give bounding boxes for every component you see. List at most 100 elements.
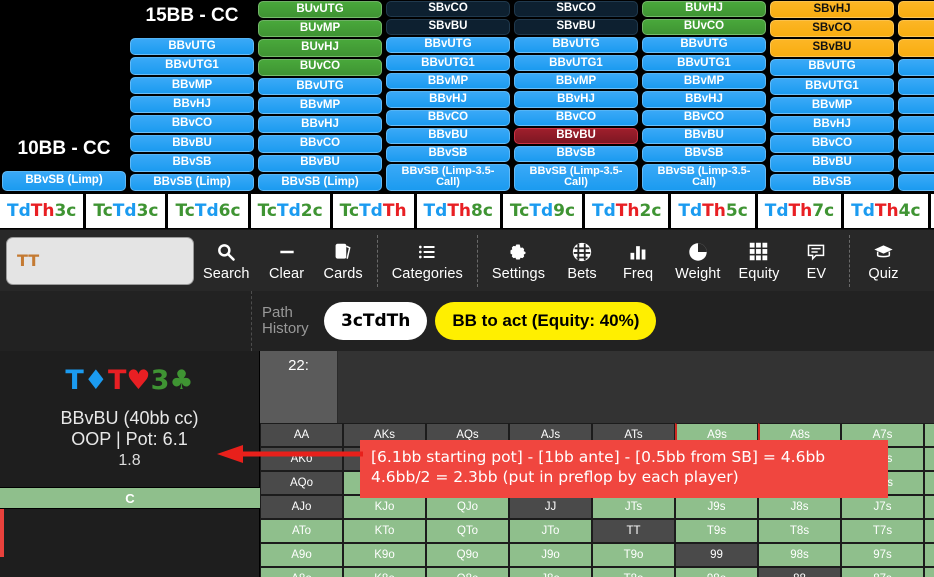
cards-button[interactable]: Cards bbox=[315, 232, 372, 290]
preset-chip[interactable]: BBvCO bbox=[386, 109, 510, 126]
preset-chip[interactable]: BBvBU bbox=[514, 127, 638, 144]
preset-chip[interactable] bbox=[898, 96, 934, 115]
preset-chip[interactable]: BBvUTG1 bbox=[514, 55, 638, 72]
matrix-cell[interactable]: J8o bbox=[509, 567, 592, 577]
matrix-cell[interactable]: QTo bbox=[426, 519, 509, 543]
matrix-cell[interactable]: J8s bbox=[758, 495, 841, 519]
board-tab[interactable]: TcTd8c bbox=[930, 194, 934, 228]
matrix-cell[interactable]: AQo bbox=[260, 471, 343, 495]
preset-chip[interactable]: BBvHJ bbox=[386, 91, 510, 108]
matrix-cell[interactable]: KJo bbox=[343, 495, 426, 519]
preset-chip[interactable]: SBvBU bbox=[770, 39, 894, 57]
matrix-cell[interactable]: 98o bbox=[675, 567, 758, 577]
preset-chip[interactable]: BBvCO bbox=[770, 135, 894, 153]
preset-chip[interactable]: BBvUTG1 bbox=[770, 77, 894, 95]
weight-button[interactable]: Weight bbox=[666, 232, 729, 290]
board-tab[interactable]: Td Th 7c bbox=[757, 194, 842, 228]
preset-chip[interactable]: BBvUTG1 bbox=[386, 55, 510, 72]
preset-chip[interactable] bbox=[898, 116, 934, 134]
preset-chip[interactable]: BBvCO bbox=[642, 109, 766, 126]
preset-chip[interactable]: BBvSB (Limp) bbox=[2, 171, 126, 191]
matrix-cell[interactable]: T8s bbox=[758, 519, 841, 543]
matrix-cell[interactable]: K6s bbox=[924, 447, 934, 471]
categories-button[interactable]: Categories bbox=[383, 232, 472, 290]
preset-chip[interactable] bbox=[898, 135, 934, 153]
matrix-cell[interactable]: Q9o bbox=[426, 543, 509, 567]
preset-chip[interactable]: BBvUTG bbox=[130, 37, 254, 56]
preset-chip[interactable]: BBvSB (Limp-3.5-Call) bbox=[642, 163, 766, 191]
matrix-cell[interactable]: 97s bbox=[841, 543, 924, 567]
matrix-cell[interactable]: 87s bbox=[841, 567, 924, 577]
matrix-cell[interactable]: T6s bbox=[924, 519, 934, 543]
preset-chip[interactable] bbox=[898, 39, 934, 57]
equity-button[interactable]: Equity bbox=[730, 232, 789, 290]
preset-chip[interactable]: SBvBU bbox=[386, 19, 510, 36]
preset-chip[interactable]: BUvMP bbox=[258, 20, 382, 38]
preset-chip[interactable]: BBvUTG bbox=[514, 37, 638, 54]
preset-chip[interactable]: BBvMP bbox=[642, 73, 766, 90]
matrix-cell[interactable]: A6s bbox=[924, 423, 934, 447]
matrix-cell[interactable]: KTo bbox=[343, 519, 426, 543]
matrix-cell[interactable]: T9o bbox=[592, 543, 675, 567]
matrix-cell[interactable]: 86s bbox=[924, 567, 934, 577]
matrix-cell[interactable]: QJo bbox=[426, 495, 509, 519]
board-tab[interactable]: Td Th 8c bbox=[416, 194, 500, 228]
board-tab[interactable]: Tc Td Th bbox=[332, 194, 414, 228]
matrix-cell[interactable]: Q6s bbox=[924, 471, 934, 495]
board-tab[interactable]: Td Th 2c bbox=[585, 194, 669, 228]
preset-chip[interactable]: BBvSB bbox=[770, 173, 894, 191]
preset-chip[interactable]: BUvCO bbox=[642, 19, 766, 36]
matrix-cell[interactable]: K9o bbox=[343, 543, 426, 567]
preset-chip[interactable]: BBvHJ bbox=[642, 91, 766, 108]
matrix-cell[interactable]: 99 bbox=[675, 543, 758, 567]
matrix-cell[interactable]: 88 bbox=[758, 567, 841, 577]
settings-button[interactable]: Settings bbox=[483, 232, 554, 290]
status-badge[interactable]: BB to act (Equity: 40%) bbox=[435, 302, 657, 340]
preset-chip[interactable]: BBvUTG1 bbox=[130, 57, 254, 75]
preset-chip[interactable]: BBvMP bbox=[258, 96, 382, 115]
board-tab-strip[interactable]: Td Th 3c Tc Td 3c Tc Td 6c Tc Td 2c Tc Td Th Td Th 8c Tc Td… bbox=[0, 194, 934, 228]
matrix-cell[interactable]: A9o bbox=[260, 543, 343, 567]
preset-chip[interactable]: BBvUTG bbox=[258, 77, 382, 95]
preset-chip[interactable]: B bbox=[898, 58, 934, 76]
preset-chip[interactable]: BBvSB (Limp) bbox=[258, 173, 382, 191]
quiz-button[interactable]: Quiz bbox=[855, 232, 911, 290]
preset-chip[interactable]: BBvUTG1 bbox=[642, 55, 766, 72]
preset-chip[interactable]: BBvSB bbox=[642, 145, 766, 162]
preset-chip[interactable]: BBvHJ bbox=[514, 91, 638, 108]
bets-button[interactable]: Bets bbox=[554, 232, 610, 290]
matrix-cell[interactable]: Q8o bbox=[426, 567, 509, 577]
board-tab[interactable]: Tc Td 2c bbox=[250, 194, 330, 228]
matrix-cell[interactable]: JTs bbox=[592, 495, 675, 519]
matrix-cell[interactable]: JJ bbox=[509, 495, 592, 519]
preset-chip[interactable]: BBvCO bbox=[130, 115, 254, 133]
freq-button[interactable]: Freq bbox=[610, 232, 666, 290]
board-tab[interactable]: Td Th 3c bbox=[0, 194, 84, 228]
board-tab[interactable]: Tc Td 3c bbox=[86, 194, 166, 228]
preset-chip[interactable]: B bbox=[898, 77, 934, 95]
preset-chip[interactable]: BBvBU bbox=[642, 127, 766, 144]
preset-chip[interactable]: SBvBU bbox=[514, 19, 638, 36]
board-tab[interactable]: Tc Td 6c bbox=[168, 194, 248, 228]
matrix-cell[interactable]: J9o bbox=[509, 543, 592, 567]
search-input[interactable]: TT bbox=[6, 236, 194, 285]
action-bar-call[interactable]: C bbox=[0, 487, 260, 509]
preset-chip[interactable]: BBvCO bbox=[258, 135, 382, 153]
preset-chip[interactable]: BBvMP bbox=[386, 73, 510, 90]
matrix-cell[interactable]: T7s bbox=[841, 519, 924, 543]
preset-chip[interactable]: BUvHJ bbox=[258, 39, 382, 57]
preset-chip[interactable]: BBvBU bbox=[258, 154, 382, 172]
board-tab[interactable]: Tc Td 9c bbox=[502, 194, 583, 228]
preset-chip[interactable]: BBvSB bbox=[130, 154, 254, 172]
preset-chip[interactable]: BBvMP bbox=[514, 73, 638, 90]
preset-chip[interactable]: BBvMP bbox=[770, 96, 894, 115]
preset-chip[interactable]: BBvUTG bbox=[770, 58, 894, 76]
preset-chip[interactable]: BBvSB bbox=[514, 145, 638, 162]
preset-chip[interactable]: BBvHJ bbox=[258, 116, 382, 134]
clear-button[interactable]: Clear bbox=[259, 232, 315, 290]
preset-chip[interactable]: BBvCO bbox=[514, 109, 638, 126]
preset-chip[interactable]: BBvSB bbox=[386, 145, 510, 162]
matrix-cell[interactable]: 98s bbox=[758, 543, 841, 567]
preset-chip[interactable] bbox=[898, 154, 934, 172]
ev-button[interactable]: EV bbox=[788, 232, 844, 290]
